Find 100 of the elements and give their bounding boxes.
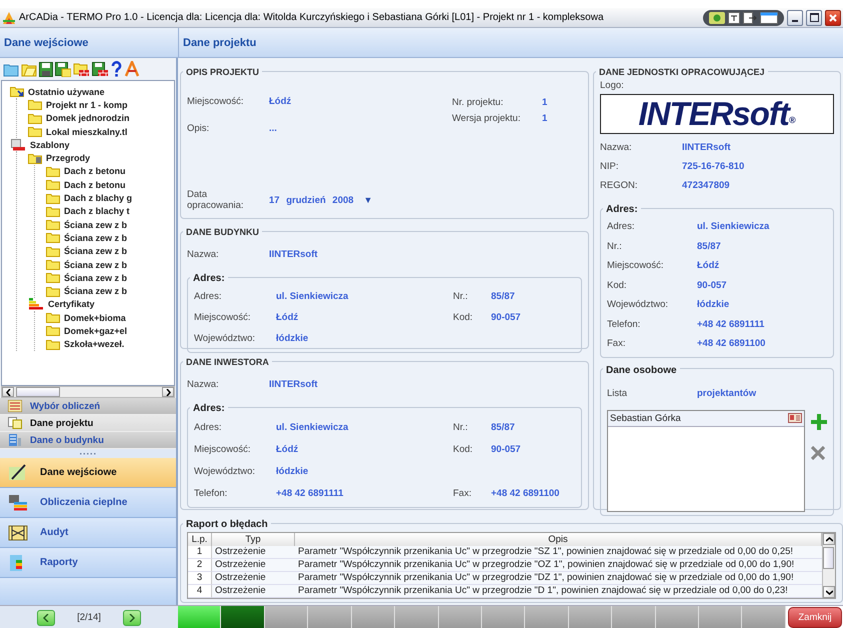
field-value[interactable]: Łódź [697,260,827,272]
grip-icon[interactable] [80,452,96,455]
scroll-thumb[interactable] [16,387,60,397]
tree-item[interactable]: Domek jednorodzin [46,113,130,124]
chevron-left-icon[interactable] [6,388,10,396]
field-value[interactable]: ul. Sienkiewicza [697,221,827,232]
field-value[interactable]: 85/87 [491,422,575,432]
chevron-down-icon[interactable] [826,590,832,594]
close-icon[interactable] [829,14,837,22]
nav-item[interactable]: Dane projektu [0,415,176,432]
tree-item[interactable]: Ściana zew z b [64,220,128,230]
close-button[interactable] [825,10,841,26]
scroll-down-button[interactable] [823,586,835,598]
tree-item[interactable]: Ściana zew z b [64,232,128,243]
module-button[interactable]: Dane wejściowe [0,458,176,488]
field-value[interactable]: IINTERsoft [682,142,834,153]
previous-button[interactable] [37,610,56,626]
field-value[interactable]: +48 42 6891111 [697,318,827,330]
module-button[interactable]: Audyt [0,518,176,548]
field-value[interactable]: +48 42 6891100 [697,338,827,350]
tree-item[interactable]: Lokal mieszkalny.tl [46,126,128,137]
field-value[interactable]: +48 42 6891100 [491,488,575,498]
field-value[interactable]: łódzkie [276,333,453,344]
tree-item[interactable]: Dach z betonu [64,180,126,190]
id-card-icon[interactable] [788,413,802,423]
new-folder-icon[interactable] [3,62,19,76]
field-value[interactable]: 1 [542,112,582,124]
module-button[interactable]: Obliczenia cieplne [0,488,176,518]
help-icon[interactable] [111,61,122,77]
field-value[interactable]: 85/87 [491,291,575,302]
field-value[interactable]: 1 [542,96,582,108]
field-value[interactable]: IINTERsoft [269,378,582,390]
panel-title: Dane projektu [182,36,256,50]
table-cell: Parametr "Współczynnik przenikania Uc" w przegrodzie "DZ 1", powinien znajdować się w przedziale od 0,00 do 1,90! [295,572,822,585]
folder-icon [46,286,60,297]
tree-item[interactable]: Dach z blachy t [64,206,130,216]
tree-item[interactable]: Szablony [30,140,70,150]
column-header: Opis [295,533,822,547]
folder-icon [46,246,60,257]
scroll-left-button[interactable] [2,387,14,397]
tree-item[interactable]: Przegrody [46,153,90,164]
field-value[interactable]: 90-057 [697,280,827,291]
section-title: Adres: [193,403,225,414]
step-segment[interactable] [221,606,265,628]
maximize-button[interactable] [806,10,822,26]
tree-item[interactable]: Certyfikaty [48,299,95,310]
module-button[interactable]: Raporty [0,548,176,578]
floppy-brick-icon[interactable] [92,62,109,76]
field-value[interactable]: Łódź [276,444,453,454]
add-icon[interactable] [811,414,827,430]
field-value[interactable]: IINTERsoft [269,248,582,260]
chevron-up-icon[interactable] [826,536,832,542]
next-button[interactable] [122,610,141,626]
chevron-right-icon[interactable] [166,388,170,396]
font-icon[interactable] [124,61,140,77]
field-value[interactable]: +48 42 6891111 [276,488,453,498]
tree-item[interactable]: Dach z blachy g [64,193,132,204]
export-icon[interactable] [743,12,757,24]
tree-item[interactable]: Domek+bioma [64,312,126,323]
save-as-icon[interactable] [55,62,71,76]
window-icon[interactable] [760,12,778,24]
tree-item[interactable]: Szkoła+wezeł. [64,339,124,350]
nav-item[interactable]: Dane o budynku [0,432,176,449]
field-value[interactable]: 472347809 [682,180,834,191]
date-value[interactable]: 17 grudzień 2008 [269,194,354,206]
save-icon[interactable] [39,62,53,76]
tree-item[interactable]: Ściana zew z b [64,260,128,270]
field-value[interactable]: 90-057 [491,312,575,323]
tree-item[interactable]: Ściana zew z b [64,286,128,296]
tree-item[interactable]: Dach z betonu [64,166,126,176]
field-value[interactable]: ul. Sienkiewicza [276,422,453,432]
nav-item[interactable]: Wybór obliczeń [0,398,176,415]
tree-item[interactable]: Ściana zew z b [64,246,128,256]
field-label: Nr.: [607,240,623,252]
field-value[interactable]: projektantów [697,388,827,399]
maximize-icon[interactable] [810,13,818,22]
energy-bars-icon [28,298,44,310]
tree-item[interactable]: Projekt nr 1 - komp [46,100,128,110]
field-value[interactable]: Łódź [276,312,453,323]
scroll-right-button[interactable] [162,387,174,397]
field-value[interactable]: 725-16-76-810 [682,161,834,172]
field-value[interactable]: 90-057 [491,444,575,454]
table-cell: Ostrzeżenie [212,546,295,559]
folder-icon [46,206,60,217]
dropdown-button[interactable]: ▼ [354,195,372,205]
field-value[interactable]: ul. Sienkiewicza [276,291,453,302]
field-value[interactable]: łódzkie [276,466,453,476]
tree-item[interactable]: Ostatnio używane [28,86,105,97]
minimize-button[interactable] [787,10,803,26]
field-value[interactable]: ... [269,123,277,134]
tree-item[interactable]: Domek+gaz+el [64,326,128,336]
scroll-thumb[interactable] [823,547,834,569]
field-value[interactable]: Łódź [269,96,292,107]
close-app-button[interactable]: Zamknij [788,607,842,628]
delete-icon[interactable] [811,446,825,460]
folder-brick-icon[interactable] [73,62,90,76]
field-value[interactable]: łódzkie [697,299,827,310]
field-value[interactable]: 85/87 [697,240,827,252]
scroll-up-button[interactable] [823,533,835,545]
tree-item[interactable]: Ściana zew z b [64,272,128,283]
